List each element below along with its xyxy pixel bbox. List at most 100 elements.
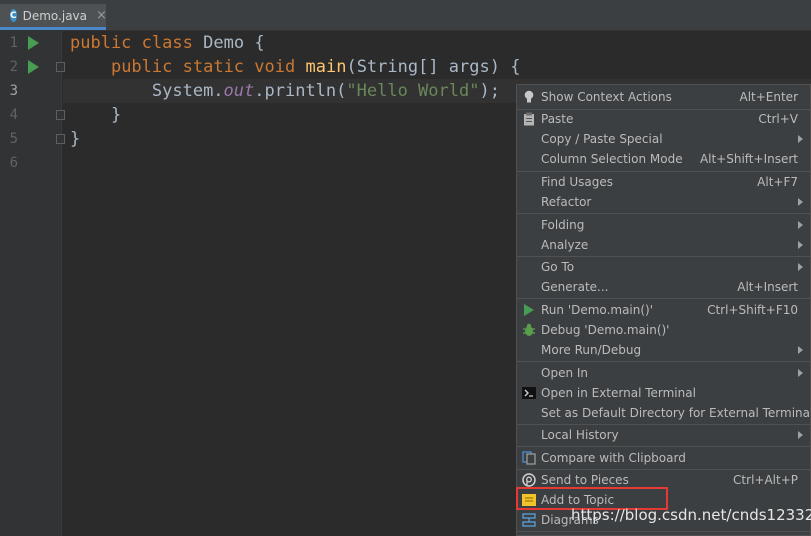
menu-item-label: Find Usages [541,175,614,189]
code-line-5[interactable]: } [70,127,80,151]
diagram-icon [522,513,536,527]
menu-item-label: Run 'Demo.main()' [541,303,654,317]
menu-item-compare-clipboard[interactable]: Compare with Clipboard [517,448,810,468]
menu-item-copy-paste-special[interactable]: Copy / Paste Special [517,129,810,149]
menu-item-shortcut: Alt+Enter [739,90,798,104]
class-name: Demo [203,33,245,53]
menu-item-label: More Run/Debug [541,343,642,357]
submenu-arrow-icon [798,263,803,271]
menu-item-shortcut: Ctrl+Alt+P [733,473,798,487]
menu-item-shortcut: Ctrl+V [758,112,798,126]
keyword: void [254,57,296,77]
brace: { [510,57,521,77]
run-class-icon[interactable] [28,36,39,50]
menu-item-label: Paste [541,112,574,126]
menu-item-find-usages[interactable]: Find Usages Alt+F7 [517,172,810,192]
statement-end: ); [479,81,500,101]
method-name: main [305,57,347,77]
line-number: 4 [9,107,18,123]
line-number: 6 [9,155,18,171]
menu-item-label: Column Selection Mode [541,152,683,166]
class-ref: System. [151,81,224,101]
line-number: 5 [9,131,18,147]
menu-item-label: Folding [541,218,585,232]
menu-item-run[interactable]: Run 'Demo.main()' Ctrl+Shift+F10 [517,300,810,320]
menu-item-folding[interactable]: Folding [517,215,810,235]
parameters: (String[] args) [346,57,500,77]
keyword: public [110,57,173,77]
keyword: class [141,33,193,53]
brace: } [70,129,81,149]
line-number: 2 [9,59,18,75]
menu-item-label: Debug 'Demo.main()' [541,323,670,337]
menu-item-label: Open In [541,366,589,380]
menu-separator [517,531,810,532]
menu-separator [517,213,810,214]
keyword: public [70,33,132,53]
menu-item-more-run-debug[interactable]: More Run/Debug [517,340,810,360]
menu-item-label: Compare with Clipboard [541,451,686,465]
tab-label: Demo.java [22,8,88,23]
menu-item-label: Generate... [541,280,609,294]
menu-item-analyze[interactable]: Analyze [517,235,810,255]
editor-gutter: 1 2 3 4 5 6 [0,31,65,536]
menu-item-shortcut: Alt+F7 [757,175,798,189]
code-line-1[interactable]: public class Demo { [70,31,265,55]
menu-item-label: Analyze [541,238,589,252]
menu-item-label: Open in External Terminal [541,386,696,400]
submenu-arrow-icon [798,369,803,377]
brace: } [110,105,122,125]
close-icon[interactable]: × [96,8,107,23]
menu-item-label: Local History [541,428,619,442]
code-line-3[interactable]: System.out.println("Hello World"); [70,79,500,103]
line-number: 1 [9,35,18,51]
editor-context-menu: Show Context Actions Alt+Enter Paste Ctr… [516,84,811,536]
menu-item-shortcut: Alt+Insert [737,280,798,294]
menu-item-label: Set as Default Directory for External Te… [541,406,811,420]
method-call: .println( [254,81,347,101]
tab-demo-java[interactable]: C Demo.java × [0,4,107,30]
brace: { [254,33,265,53]
code-line-4[interactable]: } [70,103,121,127]
code-line-2[interactable]: public static void main(String[] args) { [70,55,521,79]
pieces-icon [522,473,536,487]
menu-item-label: Send to Pieces [541,473,629,487]
bulb-icon [522,90,536,104]
menu-item-open-in[interactable]: Open In [517,363,810,383]
menu-item-show-context-actions[interactable]: Show Context Actions Alt+Enter [517,87,810,107]
menu-item-refactor[interactable]: Refactor [517,192,810,212]
watermark-text: https://blog.csdn.net/cnds123321 [571,506,811,524]
static-field: out [223,81,255,101]
line-number-active: 3 [9,83,18,99]
string-literal: "Hello World" [346,81,480,101]
menu-separator [517,446,810,447]
submenu-arrow-icon [798,135,803,143]
java-class-icon: C [10,9,17,22]
keyword: static [182,57,245,77]
submenu-arrow-icon [798,241,803,249]
menu-item-label: Refactor [541,195,592,209]
clipboard-icon [522,112,536,126]
menu-item-go-to[interactable]: Go To [517,257,810,277]
menu-item-local-history[interactable]: Local History [517,425,810,445]
menu-item-paste[interactable]: Paste Ctrl+V [517,109,810,129]
menu-item-debug[interactable]: Debug 'Demo.main()' [517,320,810,340]
submenu-arrow-icon [798,431,803,439]
menu-item-shortcut: Ctrl+Shift+F10 [707,303,798,317]
menu-item-set-default-directory[interactable]: Set as Default Directory for External Te… [517,403,811,423]
run-icon [522,303,536,317]
editor-tab-bar: C Demo.java × [0,0,811,31]
menu-item-label: Go To [541,260,575,274]
menu-separator [517,361,810,362]
bug-icon [522,323,536,337]
submenu-arrow-icon [798,198,803,206]
menu-separator [517,298,810,299]
menu-item-label: Copy / Paste Special [541,132,663,146]
terminal-icon [522,386,536,400]
menu-item-label: Show Context Actions [541,90,672,104]
run-main-icon[interactable] [28,60,39,74]
menu-item-open-external-terminal[interactable]: Open in External Terminal [517,383,810,403]
menu-item-generate[interactable]: Generate... Alt+Insert [517,277,810,297]
menu-item-column-selection-mode[interactable]: Column Selection Mode Alt+Shift+Insert [517,149,810,169]
submenu-arrow-icon [798,221,803,229]
